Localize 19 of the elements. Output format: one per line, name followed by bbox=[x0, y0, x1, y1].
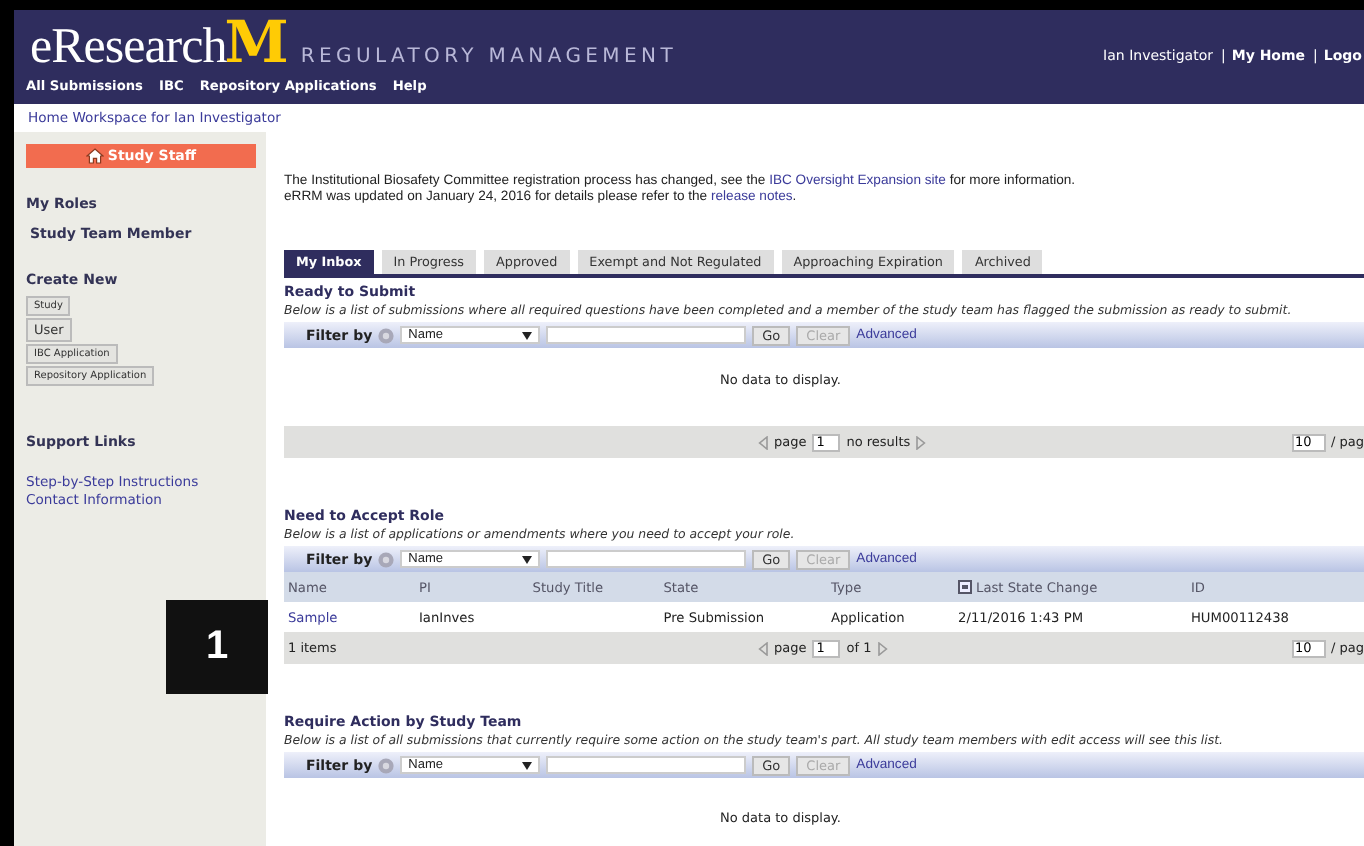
sort-icon[interactable] bbox=[958, 580, 973, 594]
previous-icon[interactable] bbox=[758, 435, 768, 449]
caret-icon bbox=[522, 555, 533, 563]
next-icon[interactable] bbox=[916, 435, 927, 449]
filter-input[interactable] bbox=[546, 326, 747, 344]
callout-badge: 1 bbox=[166, 600, 268, 694]
home-icon bbox=[85, 148, 104, 164]
filter-input[interactable] bbox=[546, 756, 747, 774]
caret-icon bbox=[522, 331, 533, 339]
help-icon[interactable] bbox=[378, 327, 395, 343]
next-icon[interactable] bbox=[877, 641, 888, 655]
app-subtitle: REGULATORY MANAGEMENT bbox=[300, 46, 678, 68]
help-icon[interactable] bbox=[378, 757, 395, 773]
help-icon[interactable] bbox=[378, 551, 395, 567]
logo-text: eResearch bbox=[30, 20, 227, 76]
filter-input[interactable] bbox=[546, 550, 747, 568]
logo-mark: M bbox=[224, 14, 289, 70]
previous-icon[interactable] bbox=[758, 641, 768, 655]
caret-icon bbox=[522, 761, 533, 769]
